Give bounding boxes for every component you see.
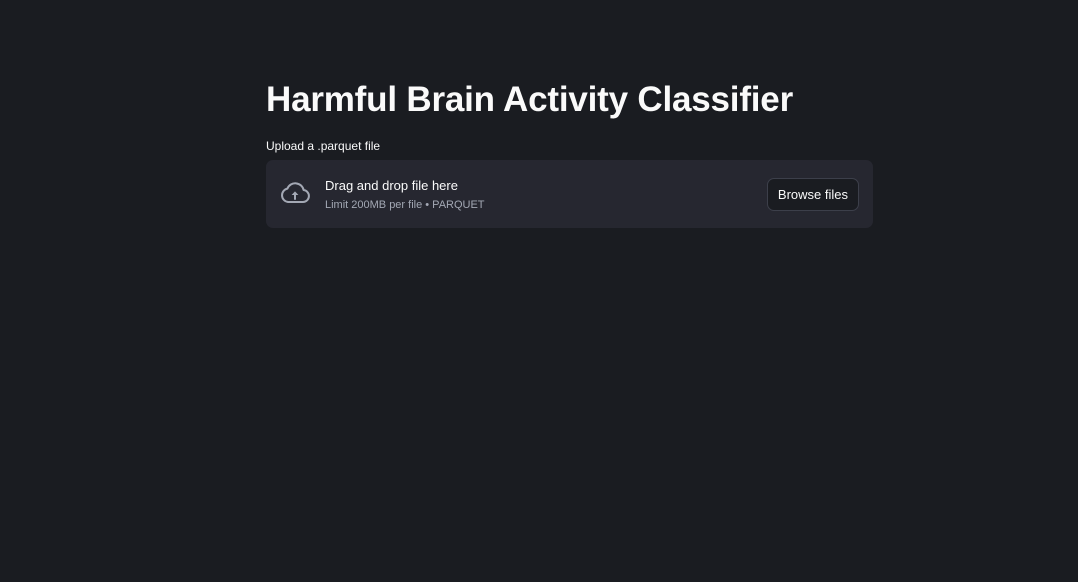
app-root: Harmful Brain Activity Classifier Upload… [0,0,1078,582]
dropzone-title: Drag and drop file here [325,177,458,193]
file-uploader-label: Upload a .parquet file [266,139,381,153]
main-content: Harmful Brain Activity Classifier Upload… [266,76,873,228]
browse-files-button[interactable]: Browse files [766,177,859,211]
page-title: Harmful Brain Activity Classifier [266,80,793,119]
dropzone-instructions: Drag and drop file here Limit 200MB per … [325,177,767,212]
file-dropzone[interactable]: Drag and drop file here Limit 200MB per … [266,160,873,228]
dropzone-limit-text: Limit 200MB per file • PARQUET [325,198,485,211]
cloud-upload-icon [279,182,311,206]
